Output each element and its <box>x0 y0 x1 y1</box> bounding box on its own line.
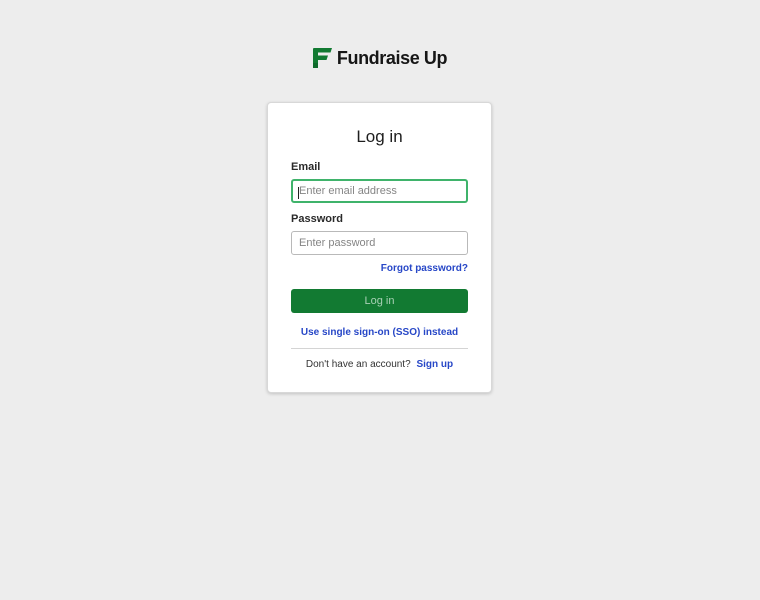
no-account-text: Don't have an account? <box>305 359 411 370</box>
email-field[interactable] <box>291 179 468 203</box>
login-card: Log in Email Password Forgot password? L… <box>267 102 492 393</box>
password-field[interactable] <box>291 231 468 255</box>
forgot-password-link[interactable]: Forgot password? <box>381 263 468 274</box>
login-page: Fundraise Up Log in Email Password Forgo… <box>0 0 760 600</box>
brand-name: Fundraise Up <box>336 47 448 68</box>
password-label: Password <box>291 213 343 225</box>
sso-link[interactable]: Use single sign-on (SSO) instead <box>268 327 491 338</box>
login-button[interactable]: Log in <box>291 289 468 313</box>
divider <box>291 348 468 349</box>
signup-row: Don't have an account? Sign up <box>268 359 491 370</box>
fundraise-up-logo-icon <box>312 48 332 68</box>
text-caret <box>298 187 299 199</box>
signup-link[interactable]: Sign up <box>416 359 453 370</box>
page-title: Log in <box>356 127 403 146</box>
email-label: Email <box>291 161 321 173</box>
brand-logo[interactable]: Fundraise Up <box>0 47 760 69</box>
